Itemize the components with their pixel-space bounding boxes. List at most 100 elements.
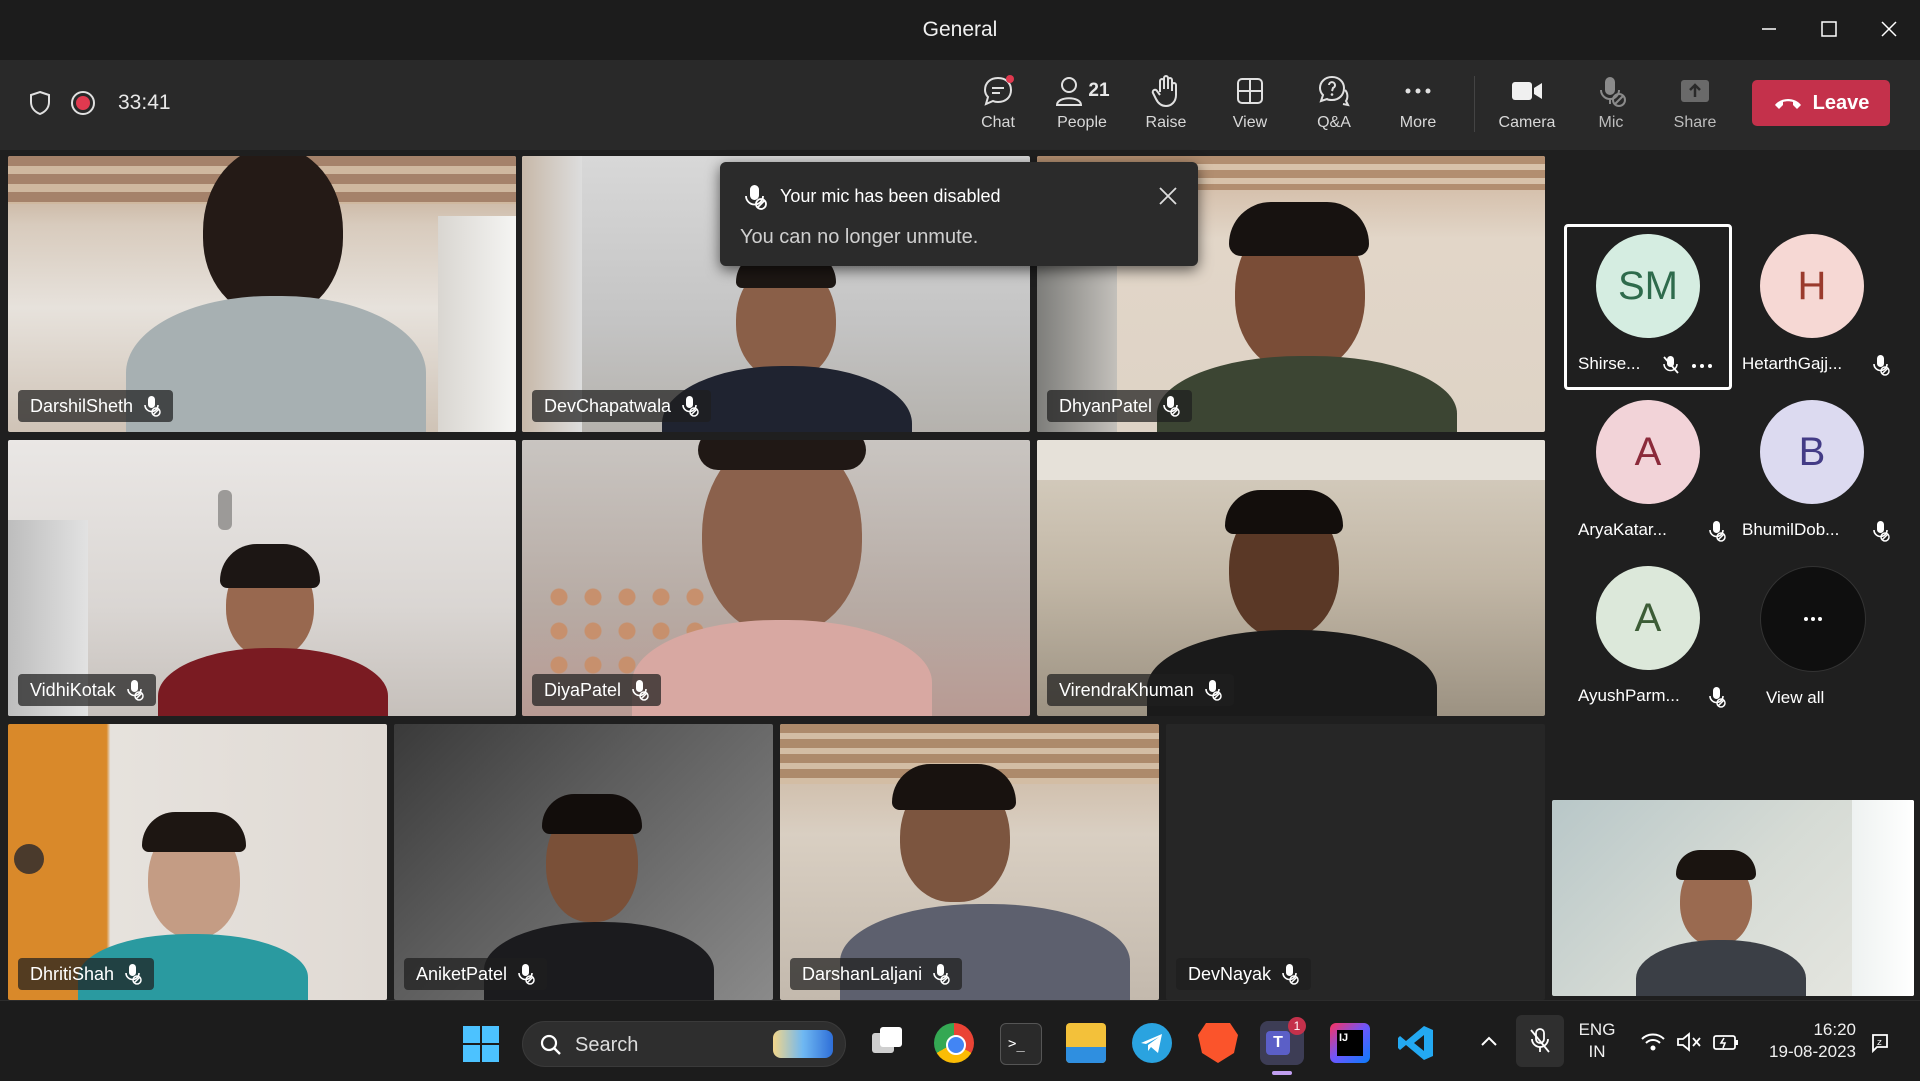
task-view-icon[interactable]: [866, 1023, 906, 1063]
notification-message: You can no longer unmute.: [740, 226, 979, 248]
more-button[interactable]: More: [1378, 74, 1458, 140]
video-tile[interactable]: DevNayak: [1166, 724, 1545, 1000]
participant-name: BhumilDob...: [1742, 520, 1840, 539]
participant-card[interactable]: A AryaKatar...: [1564, 390, 1732, 556]
mic-button[interactable]: Mic: [1571, 74, 1651, 140]
video-tile[interactable]: VidhiKotak: [8, 440, 516, 716]
participant-card[interactable]: B BhumilDob...: [1728, 390, 1896, 556]
camera-button[interactable]: Camera: [1487, 74, 1567, 140]
participant-name: AryaKatar...: [1578, 520, 1667, 539]
avatar: SM: [1596, 234, 1700, 338]
svg-text:z: z: [1877, 1038, 1882, 1048]
participant-card[interactable]: H HetarthGajj...: [1728, 224, 1896, 390]
raise-hand-button[interactable]: Raise: [1126, 74, 1206, 140]
chat-label: Chat: [981, 114, 1015, 131]
participant-name-chip: DarshanLaljani: [790, 958, 963, 990]
mic-off-icon: [518, 964, 535, 985]
view-button[interactable]: View: [1210, 74, 1290, 140]
minimize-button[interactable]: [1746, 14, 1792, 44]
participant-card[interactable]: SM Shirse...: [1564, 224, 1732, 390]
speaker-muted-icon[interactable]: [1676, 1031, 1702, 1053]
maximize-button[interactable]: [1806, 14, 1852, 44]
mic-off-icon: [1204, 680, 1222, 701]
language-label: ENG: [1578, 1020, 1616, 1039]
search-icon: [540, 1034, 561, 1055]
participant-name: DevChapatwala: [544, 395, 672, 416]
chat-button[interactable]: Chat: [958, 74, 1038, 140]
taskbar: Search >_ T 1 IJ ENG IN 16:20 19-08-2023…: [0, 1000, 1920, 1081]
notification-title: Your mic has been disabled: [780, 186, 1001, 206]
vscode-icon[interactable]: [1396, 1023, 1436, 1063]
participant-name: DarshanLaljani: [802, 963, 923, 984]
camera-label: Camera: [1498, 114, 1556, 131]
participant-name: DhyanPatel: [1059, 395, 1153, 416]
intellij-icon[interactable]: IJ: [1330, 1023, 1370, 1063]
chevron-up-icon[interactable]: [1480, 1035, 1498, 1047]
brave-icon[interactable]: [1198, 1023, 1238, 1063]
video-tile[interactable]: DiyaPatel: [522, 440, 1030, 716]
participant-name: HetarthGajj...: [1742, 354, 1843, 373]
more-options-icon[interactable]: [1691, 363, 1713, 369]
view-all-avatar: [1760, 566, 1866, 672]
participant-name: AniketPatel: [416, 963, 508, 984]
window-title: General: [922, 18, 998, 41]
video-tile[interactable]: DarshilSheth: [8, 156, 516, 432]
teams-icon[interactable]: T 1: [1260, 1017, 1306, 1075]
view-all-button[interactable]: View all: [1728, 556, 1896, 722]
mic-off-icon: [125, 964, 142, 985]
avatar: B: [1760, 400, 1864, 504]
participant-name-chip: DevNayak: [1176, 958, 1312, 990]
terminal-icon[interactable]: >_: [1000, 1023, 1042, 1065]
close-icon: [1881, 21, 1897, 37]
people-count: 21: [1088, 80, 1110, 101]
more-icon: [1405, 88, 1431, 94]
close-window-button[interactable]: [1866, 14, 1912, 44]
more-icon: [1804, 617, 1822, 621]
hang-up-icon: [1774, 99, 1801, 109]
mic-off-icon: [1709, 687, 1726, 708]
clock[interactable]: 16:20 19-08-2023: [1752, 1019, 1862, 1063]
video-tile[interactable]: DhritiShah: [8, 724, 387, 1000]
participant-card[interactable]: A AyushParm...: [1564, 556, 1732, 722]
telegram-icon[interactable]: [1132, 1023, 1172, 1063]
participant-name: DiyaPatel: [544, 679, 622, 700]
mic-off-icon: [126, 680, 144, 701]
chrome-icon[interactable]: [934, 1023, 974, 1063]
video-tile[interactable]: DarshanLaljani: [780, 724, 1159, 1000]
recording-icon: [71, 91, 95, 115]
clock-time: 16:20: [1813, 1020, 1856, 1039]
meeting-toolbar: 33:41 Chat 21 People Raise View Q&A More…: [0, 60, 1920, 150]
notification-icon[interactable]: z: [1868, 1031, 1892, 1055]
video-tile[interactable]: AniketPatel: [394, 724, 773, 1000]
raise-label: Raise: [1145, 114, 1187, 131]
qa-icon: [1318, 75, 1350, 107]
participant-name: DarshilSheth: [30, 395, 134, 416]
language-indicator[interactable]: ENG IN: [1574, 1019, 1620, 1063]
mic-muted-tray-button[interactable]: [1516, 1015, 1564, 1067]
mic-off-icon: [1663, 356, 1679, 374]
people-button[interactable]: 21 People: [1042, 74, 1122, 140]
share-button[interactable]: Share: [1655, 74, 1735, 140]
wifi-icon[interactable]: [1640, 1031, 1666, 1053]
qa-label: Q&A: [1317, 114, 1351, 131]
video-tile[interactable]: VirendraKhuman: [1037, 440, 1545, 716]
close-icon[interactable]: [1158, 186, 1178, 206]
participant-name-chip: VirendraKhuman: [1047, 674, 1234, 706]
title-bar: General: [0, 0, 1920, 60]
taskbar-search[interactable]: Search: [522, 1021, 846, 1067]
camera-icon: [1512, 82, 1542, 100]
teams-badge: 1: [1288, 1017, 1306, 1035]
mic-off-icon: [745, 185, 767, 210]
mic-icon: [1282, 964, 1299, 985]
mic-off-icon: [1873, 355, 1890, 376]
self-view-video[interactable]: [1552, 800, 1914, 996]
battery-icon[interactable]: [1712, 1031, 1740, 1053]
qa-button[interactable]: Q&A: [1294, 74, 1374, 140]
participant-name-chip: DarshilSheth: [18, 390, 174, 422]
leave-button[interactable]: Leave: [1752, 80, 1890, 126]
windows-start-icon[interactable]: [462, 1025, 500, 1063]
file-explorer-icon[interactable]: [1066, 1023, 1106, 1063]
people-icon: [1056, 77, 1083, 106]
participant-name-chip: DhyanPatel: [1047, 390, 1193, 422]
participant-name-chip: VidhiKotak: [18, 674, 156, 706]
